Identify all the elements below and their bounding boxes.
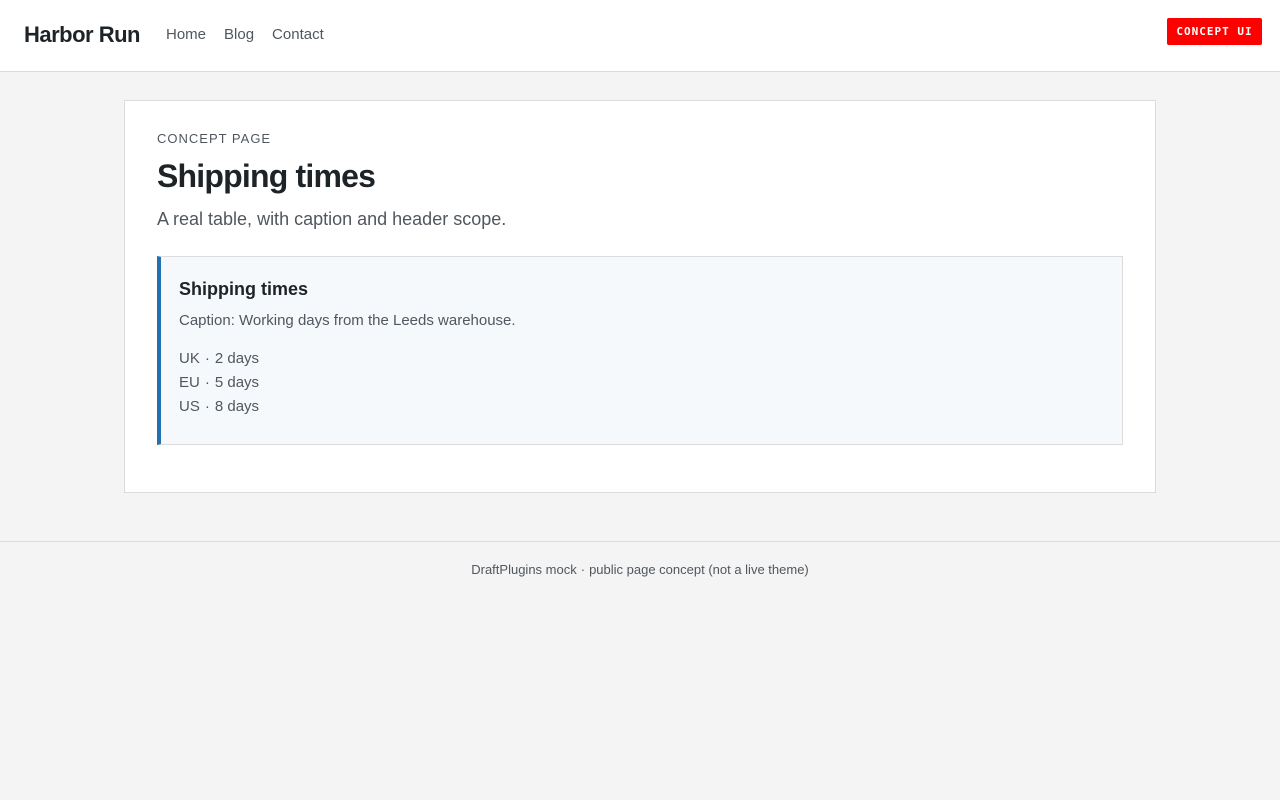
row-time: 2 days [214,350,260,367]
page-title: Shipping times [157,158,376,194]
row-time: 5 days [214,374,260,391]
row-separator: · [204,374,210,391]
page-eyebrow: CONCEPT PAGE [157,131,272,146]
footer-note: public page concept (not a live theme) [589,562,809,577]
row-region: US [179,398,200,415]
table-row: EU · 5 days [179,371,259,395]
site-footer: DraftPlugins mock · public page concept (n… [0,541,1280,578]
site-header: Harbor Run Home Blog Contact CONCEPT UI [0,0,1280,72]
nav-item-contact[interactable]: Contact [272,26,324,44]
table-row: US · 8 days [179,395,259,419]
table-rows: UK · 2 days EU · 5 days US · 8 days [179,347,259,419]
row-separator: · [204,398,210,415]
row-time: 8 days [214,398,260,415]
table-caption: Caption: Working days from the Leeds war… [179,312,516,329]
content-card: CONCEPT PAGE Shipping times A real table… [124,100,1156,493]
nav-item-blog[interactable]: Blog [224,26,254,44]
concept-ui-badge: CONCEPT UI [1167,18,1262,45]
footer-separator: · [580,562,586,577]
table-title: Shipping times [179,279,309,299]
row-region: UK [179,350,200,367]
site-brand[interactable]: Harbor Run [24,22,141,48]
row-separator: · [204,350,210,367]
nav-item-home[interactable]: Home [166,26,206,44]
page-subtitle: A real table, with caption and header sc… [157,209,507,229]
main-nav: Home Blog Contact [166,26,324,44]
shipping-table: Shipping times Caption: Working days fro… [157,256,1123,445]
table-row: UK · 2 days [179,347,259,371]
footer-credit: DraftPlugins mock [471,562,577,577]
row-region: EU [179,374,200,391]
